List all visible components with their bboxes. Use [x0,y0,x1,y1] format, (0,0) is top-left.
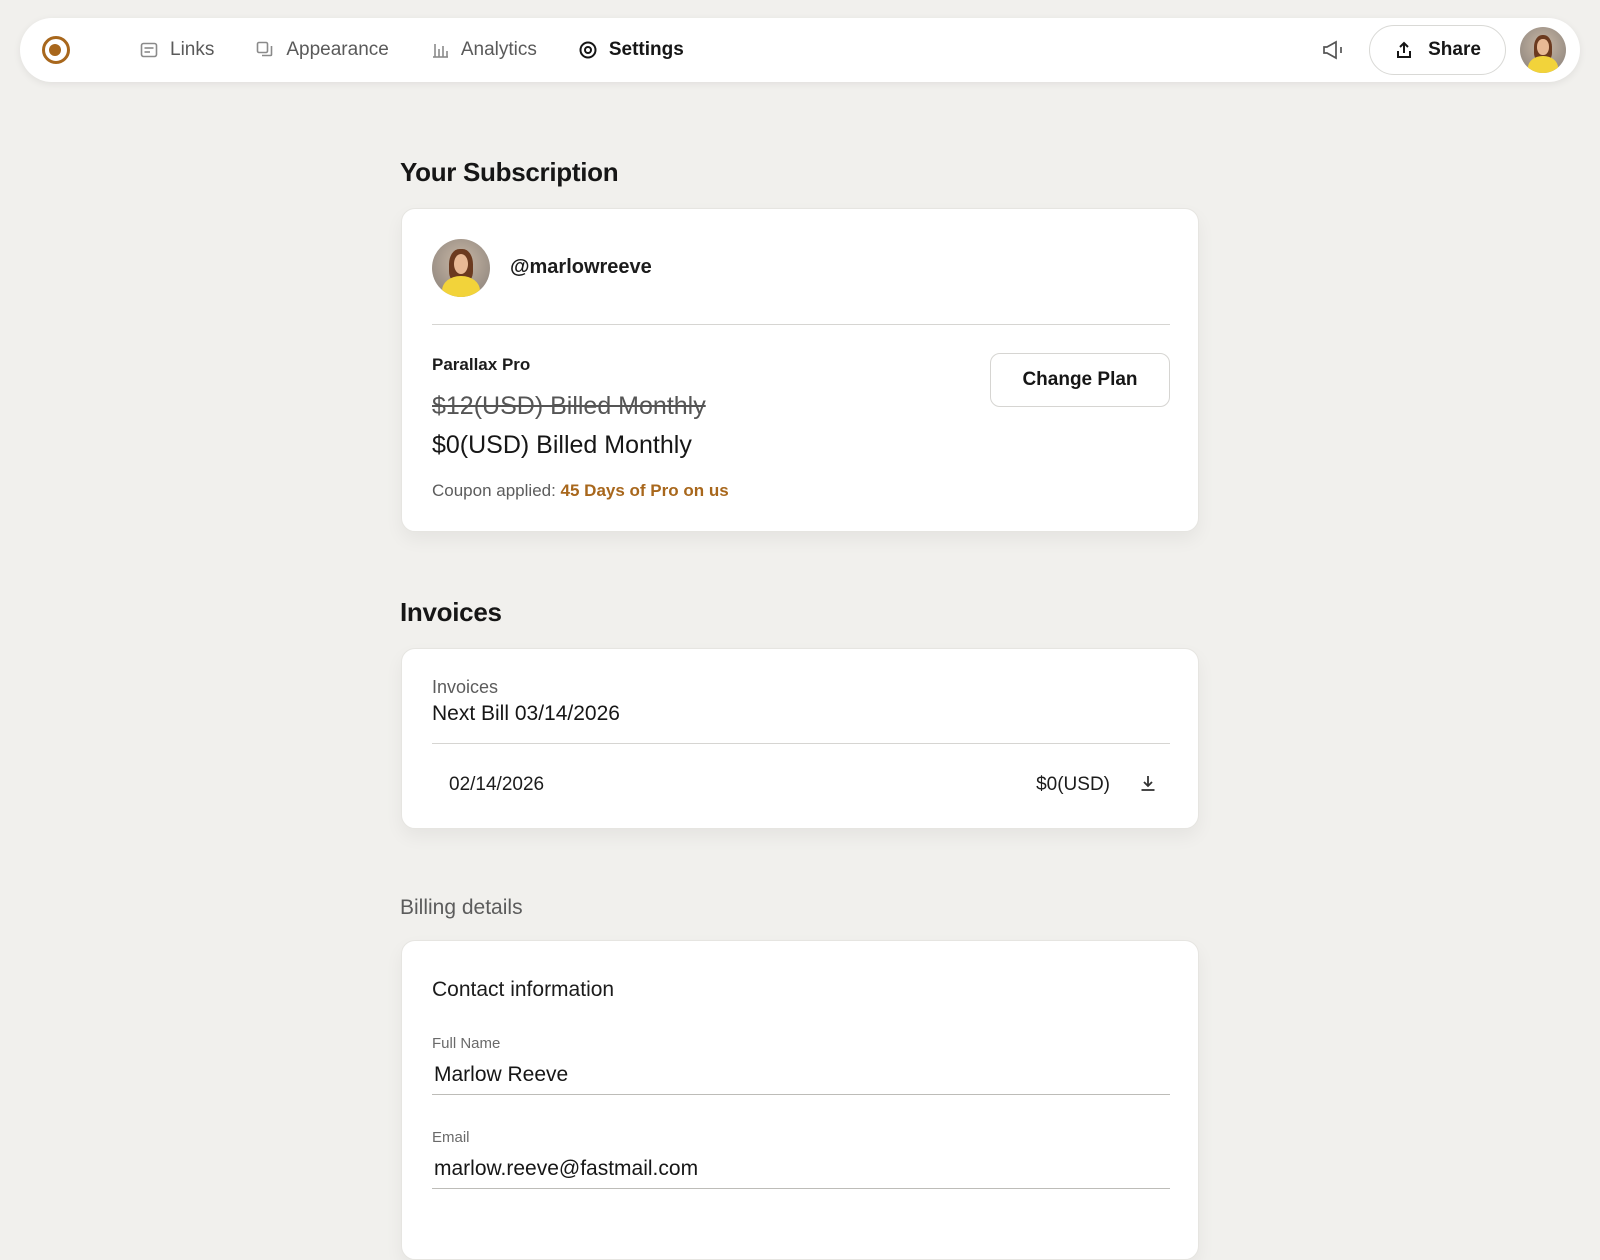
links-icon [138,39,160,61]
download-icon[interactable] [1136,771,1160,795]
subscription-title: Your Subscription [400,157,619,187]
nav-analytics-label: Analytics [460,39,537,60]
username: @marlowreeve [510,256,652,278]
divider [432,324,1170,325]
plan-name: Parallax Pro [432,355,531,374]
nav-analytics[interactable]: Analytics [409,30,557,70]
email-input[interactable] [432,1149,1170,1189]
change-plan-button[interactable]: Change Plan [990,353,1170,407]
top-navigation: Links Appearance Analytics Settings Shar… [20,18,1580,82]
subscription-card: @marlowreeve Parallax Pro $12(USD) Bille… [401,208,1199,532]
nav-links[interactable]: Links [118,30,234,70]
settings-icon [577,39,599,61]
share-button[interactable]: Share [1369,25,1506,75]
invoices-label: Invoices [432,677,499,697]
coupon-info: Coupon applied: 45 Days of Pro on us [432,481,729,501]
megaphone-icon[interactable] [1320,38,1346,62]
coupon-name: 45 Days of Pro on us [560,481,729,500]
billing-details-label: Billing details [400,896,523,919]
share-button-label: Share [1428,39,1481,60]
email-label: Email [432,1129,470,1146]
profile-avatar[interactable] [1520,27,1566,73]
invoice-date: 02/14/2026 [449,774,545,795]
old-price: $12(USD) Billed Monthly [432,392,706,420]
nav-appearance[interactable]: Appearance [234,30,408,70]
appearance-icon [254,39,276,61]
full-name-input[interactable] [432,1055,1170,1095]
invoices-card: Invoices Next Bill 03/14/2026 02/14/2026… [401,648,1199,829]
analytics-icon [429,39,451,61]
nav-settings[interactable]: Settings [557,30,704,70]
main-nav: Links Appearance Analytics Settings [118,18,704,82]
nav-links-label: Links [170,39,215,60]
nav-settings-label: Settings [608,39,684,60]
logo-icon[interactable] [42,36,70,64]
billing-card: Contact information Full Name Email [401,940,1199,1260]
invoice-row: 02/14/2026 $0(USD) [432,743,1170,827]
nav-appearance-label: Appearance [286,39,389,60]
contact-information-title: Contact information [432,978,615,1001]
next-bill: Next Bill 03/14/2026 [432,702,620,725]
share-icon [1397,41,1412,58]
coupon-prefix: Coupon applied: [432,481,561,500]
invoice-amount: $0(USD) [1036,774,1110,795]
user-avatar [432,239,490,297]
full-name-label: Full Name [432,1035,501,1052]
invoices-title: Invoices [400,597,502,627]
current-price: $0(USD) Billed Monthly [432,431,692,459]
